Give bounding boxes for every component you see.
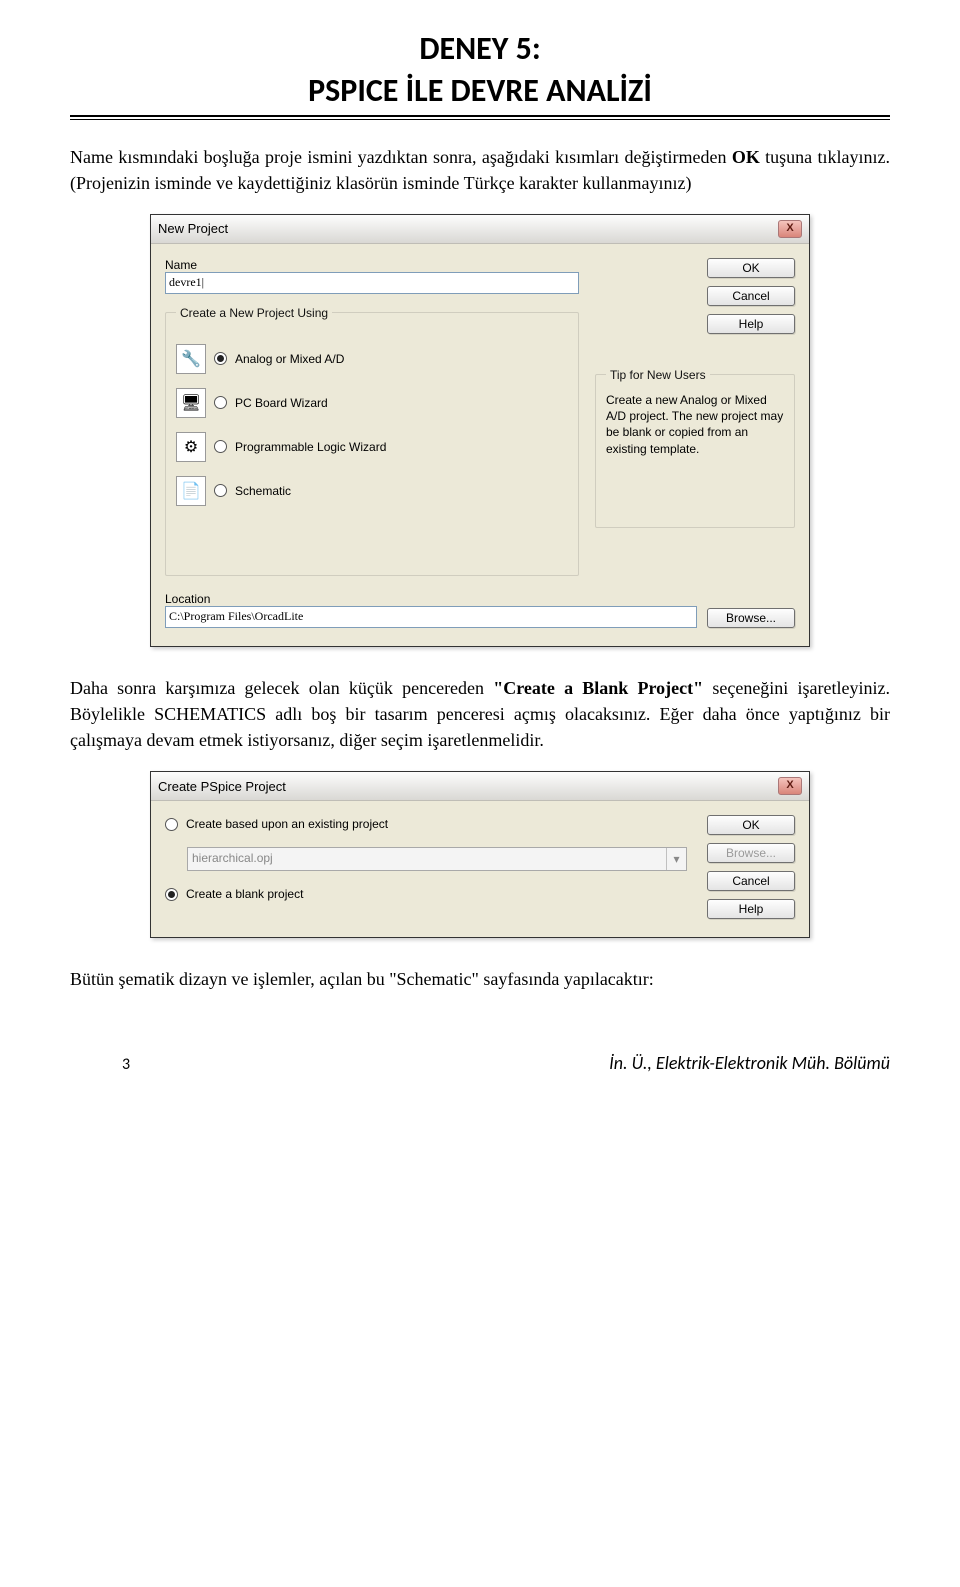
- close-icon[interactable]: X: [778, 777, 802, 795]
- dialog-titlebar: New Project X: [151, 215, 809, 244]
- radio-existing[interactable]: [165, 818, 178, 831]
- radio-pcboard[interactable]: [214, 396, 227, 409]
- new-project-dialog: New Project X Name Create a New Project …: [150, 214, 810, 647]
- ok-button[interactable]: OK: [707, 258, 795, 278]
- chevron-down-icon: ▾: [666, 848, 686, 870]
- option-logic[interactable]: ⚙ Programmable Logic Wizard: [176, 432, 568, 462]
- page-footer: 3 İn. Ü., Elektrik-Elektronik Müh. Bölüm…: [70, 1052, 890, 1074]
- radio-schematic-label: Schematic: [235, 484, 291, 498]
- option-blank[interactable]: Create a blank project: [165, 887, 687, 901]
- ok-button[interactable]: OK: [707, 815, 795, 835]
- paragraph-1-bold: OK: [732, 147, 760, 167]
- dialog2-titlebar: Create PSpice Project X: [151, 772, 809, 801]
- radio-analog[interactable]: [214, 352, 227, 365]
- create-pspice-dialog: Create PSpice Project X Create based upo…: [150, 771, 810, 938]
- paragraph-1a: Name kısmındaki boşluğa proje ismini yaz…: [70, 147, 732, 167]
- existing-project-value: hierarchical.opj: [188, 848, 666, 870]
- paragraph-2-bold: "Create a Blank Project": [493, 678, 703, 698]
- footer-text: İn. Ü., Elektrik-Elektronik Müh. Bölümü: [609, 1052, 890, 1074]
- radio-existing-label: Create based upon an existing project: [186, 817, 388, 831]
- existing-project-combo: hierarchical.opj ▾: [187, 847, 687, 871]
- dialog2-title: Create PSpice Project: [158, 779, 286, 794]
- radio-blank-label: Create a blank project: [186, 887, 303, 901]
- logic-icon: ⚙: [176, 432, 206, 462]
- name-input[interactable]: [165, 272, 579, 294]
- paragraph-2a: Daha sonra karşımıza gelecek olan küçük …: [70, 678, 493, 698]
- radio-analog-label: Analog or Mixed A/D: [235, 352, 344, 366]
- option-schematic[interactable]: 📄 Schematic: [176, 476, 568, 506]
- browse-button[interactable]: Browse...: [707, 608, 795, 628]
- cancel-button[interactable]: Cancel: [707, 286, 795, 306]
- location-input[interactable]: [165, 606, 697, 628]
- page-title-line1: DENEY 5:: [70, 30, 890, 68]
- page-title-line2: PSPICE İLE DEVRE ANALİZİ: [70, 72, 890, 110]
- cancel-button[interactable]: Cancel: [707, 871, 795, 891]
- browse-button: Browse...: [707, 843, 795, 863]
- create-using-legend: Create a New Project Using: [176, 306, 332, 320]
- option-analog[interactable]: 🔧 Analog or Mixed A/D: [176, 344, 568, 374]
- paragraph-3: Bütün şematik dizayn ve işlemler, açılan…: [70, 966, 890, 992]
- radio-pcboard-label: PC Board Wizard: [235, 396, 328, 410]
- radio-logic-label: Programmable Logic Wizard: [235, 440, 386, 454]
- tip-text: Create a new Analog or Mixed A/D project…: [606, 392, 784, 457]
- close-icon[interactable]: X: [778, 220, 802, 238]
- paragraph-1: Name kısmındaki boşluğa proje ismini yaz…: [70, 144, 890, 196]
- analog-icon: 🔧: [176, 344, 206, 374]
- option-existing[interactable]: Create based upon an existing project: [165, 817, 687, 831]
- radio-logic[interactable]: [214, 440, 227, 453]
- paragraph-2: Daha sonra karşımıza gelecek olan küçük …: [70, 675, 890, 753]
- name-label: Name: [165, 258, 579, 272]
- pcboard-icon: 🖥: [176, 388, 206, 418]
- help-button[interactable]: Help: [707, 314, 795, 334]
- schematic-icon: 📄: [176, 476, 206, 506]
- tip-legend: Tip for New Users: [606, 368, 710, 382]
- radio-blank[interactable]: [165, 888, 178, 901]
- option-pcboard[interactable]: 🖥 PC Board Wizard: [176, 388, 568, 418]
- tip-group: Tip for New Users Create a new Analog or…: [595, 368, 795, 528]
- page-number: 3: [122, 1055, 130, 1074]
- create-using-group: Create a New Project Using 🔧 Analog or M…: [165, 306, 579, 576]
- radio-schematic[interactable]: [214, 484, 227, 497]
- dialog-title: New Project: [158, 221, 228, 236]
- help-button[interactable]: Help: [707, 899, 795, 919]
- title-underline: [70, 115, 890, 120]
- location-label: Location: [165, 592, 795, 606]
